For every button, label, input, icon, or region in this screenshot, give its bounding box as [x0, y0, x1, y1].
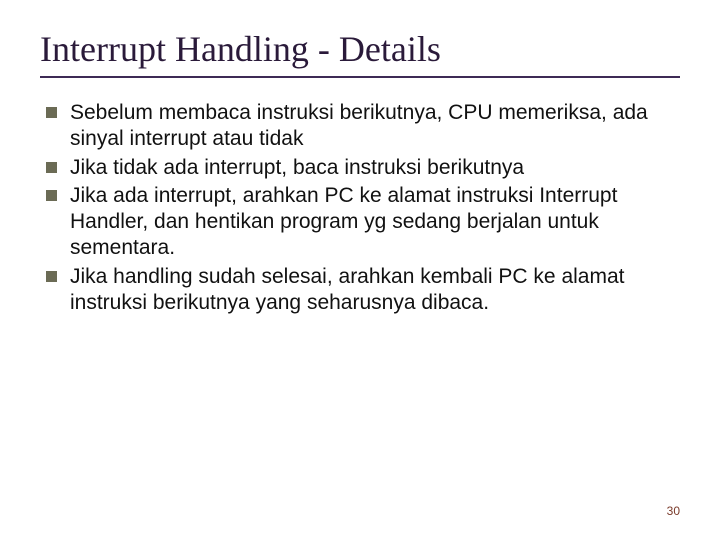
list-item: Jika tidak ada interrupt, baca instruksi… [44, 155, 680, 181]
list-item: Jika ada interrupt, arahkan PC ke alamat… [44, 183, 680, 262]
bullet-list: Sebelum membaca instruksi berikutnya, CP… [40, 100, 680, 316]
page-number: 30 [667, 504, 680, 518]
list-item: Sebelum membaca instruksi berikutnya, CP… [44, 100, 680, 153]
slide-title: Interrupt Handling - Details [40, 28, 680, 70]
list-item: Jika handling sudah selesai, arahkan kem… [44, 264, 680, 317]
title-underline [40, 76, 680, 78]
